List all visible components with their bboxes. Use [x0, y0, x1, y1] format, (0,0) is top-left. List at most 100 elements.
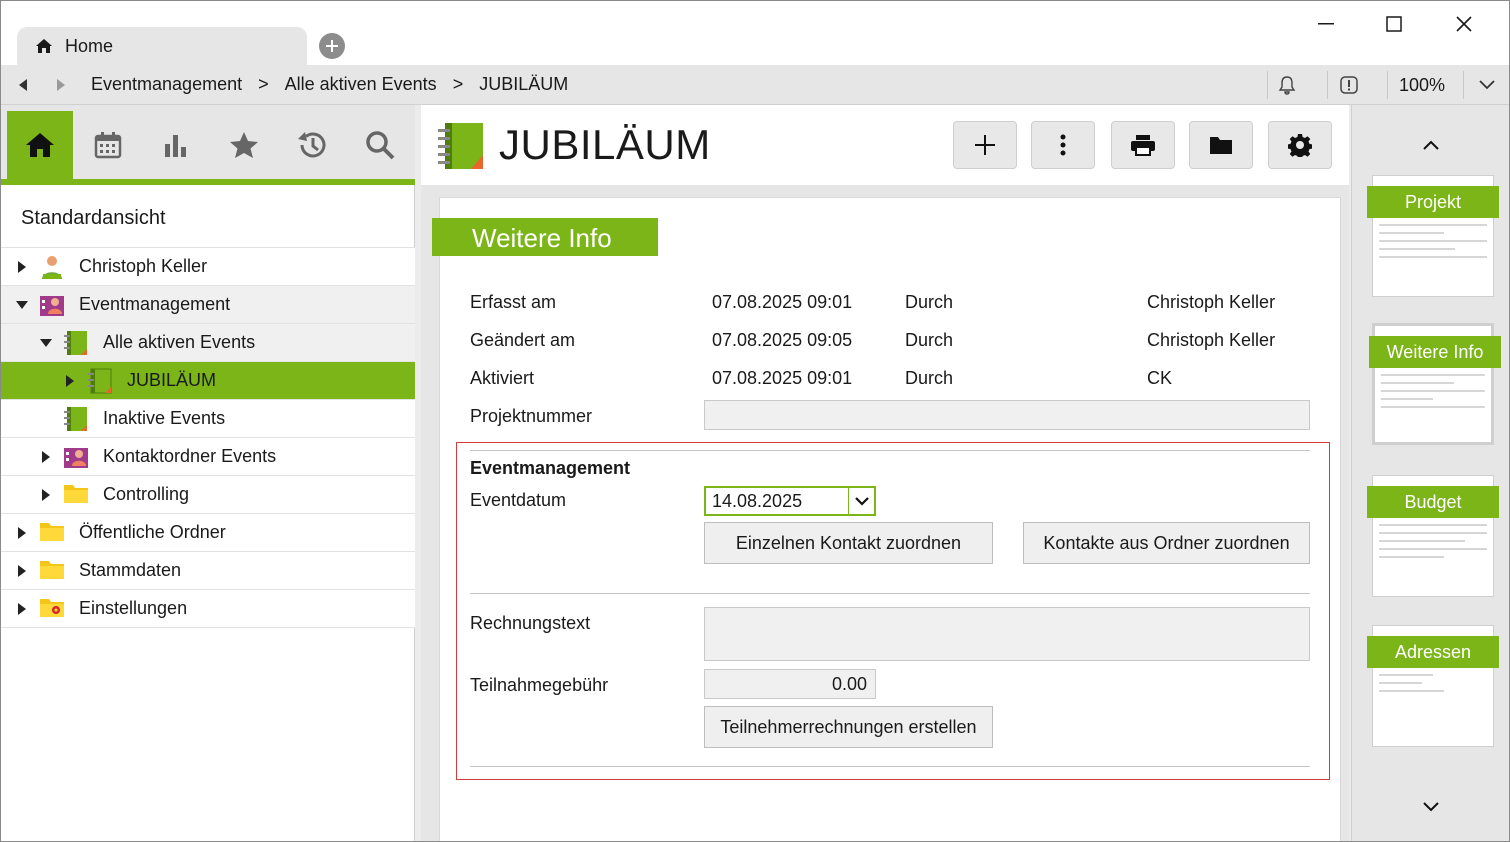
- zoom-level[interactable]: 100%: [1399, 75, 1445, 96]
- tree-item-kontaktordner-events[interactable]: Kontaktordner Events: [1, 438, 415, 476]
- tree-item-stammdaten[interactable]: Stammdaten: [1, 552, 415, 590]
- projektnummer-field[interactable]: [704, 400, 1310, 430]
- chevron-down-icon[interactable]: [848, 488, 874, 514]
- print-button[interactable]: [1111, 121, 1175, 169]
- projektnummer-label: Projektnummer: [470, 406, 593, 426]
- gear-icon: [1288, 134, 1312, 157]
- eventdatum-select[interactable]: 14.08.2025: [704, 486, 876, 516]
- thumbnail-preview: [1379, 224, 1487, 264]
- tree-item-label: Eventmanagement: [79, 294, 231, 314]
- collapse-arrow-icon[interactable]: [15, 298, 29, 312]
- erfasst-label: Erfasst am: [470, 292, 557, 312]
- sidebar-tab-favorites[interactable]: [211, 111, 277, 179]
- collapse-arrow-icon[interactable]: [39, 336, 53, 350]
- zoom-dropdown-button[interactable]: [1473, 73, 1501, 97]
- tree-item-label: JUBILÄUM: [127, 370, 217, 390]
- sidebar: Standardansicht Christoph Keller Eventma…: [1, 105, 415, 841]
- divider: [1327, 71, 1328, 99]
- erfasst-by: Christoph Keller: [1147, 292, 1276, 312]
- chevron-up-icon: [1423, 140, 1439, 150]
- thumbnail-label: Projekt: [1367, 186, 1499, 218]
- navigation-tree: Christoph Keller Eventmanagement Alle ak…: [1, 247, 415, 628]
- folder-button[interactable]: [1189, 121, 1253, 169]
- back-button[interactable]: [11, 73, 35, 97]
- forward-arrow-icon: [57, 79, 65, 91]
- forward-button[interactable]: [49, 73, 73, 97]
- tree-item-controlling[interactable]: Controlling: [1, 476, 415, 514]
- expand-arrow-icon[interactable]: [15, 260, 29, 274]
- geaendert-by: Christoph Keller: [1147, 330, 1276, 350]
- tree-item-christoph-keller[interactable]: Christoph Keller: [1, 248, 415, 286]
- tree-item-label: Einstellungen: [79, 598, 188, 618]
- document-header: JUBILÄUM: [421, 105, 1349, 185]
- maximize-icon: [1386, 16, 1402, 32]
- aktiviert-by: CK: [1147, 368, 1173, 388]
- address-bar: Eventmanagement > Alle aktiven Events > …: [1, 65, 1509, 105]
- close-button[interactable]: [1439, 9, 1489, 39]
- expand-arrow-icon[interactable]: [63, 374, 77, 388]
- expand-arrow-icon[interactable]: [15, 526, 29, 540]
- calendar-icon: [94, 132, 122, 159]
- home-icon: [36, 39, 52, 53]
- thumbnail-projekt[interactable]: Projekt: [1367, 175, 1499, 297]
- sidebar-tab-calendar[interactable]: [75, 111, 141, 179]
- thumbnail-budget[interactable]: Budget: [1367, 475, 1499, 597]
- history-icon: [298, 132, 326, 158]
- divider: [470, 450, 1310, 451]
- thumbnail-adressen[interactable]: Adressen: [1367, 625, 1499, 747]
- settings-button[interactable]: [1268, 121, 1332, 169]
- scroll-down-button[interactable]: [1418, 797, 1444, 817]
- tree-item-alle-aktiven-events[interactable]: Alle aktiven Events: [1, 324, 415, 362]
- sidebar-tab-home[interactable]: [7, 111, 73, 179]
- rechnungstext-field[interactable]: [704, 607, 1310, 661]
- teilnahmegebuehr-field[interactable]: 0.00: [704, 669, 876, 699]
- tree-item-jubilaeum[interactable]: JUBILÄUM: [1, 362, 415, 400]
- settings-folder-icon: [39, 596, 65, 622]
- geaendert-date: 07.08.2025 09:05: [712, 330, 853, 350]
- kontakte-aus-ordner-button[interactable]: Kontakte aus Ordner zuordnen: [1023, 522, 1310, 564]
- tab-home[interactable]: Home: [17, 27, 307, 65]
- thumbnail-label: Weitere Info: [1369, 336, 1501, 368]
- einzelnen-kontakt-button[interactable]: Einzelnen Kontakt zuordnen: [704, 522, 993, 564]
- tree-item-label: Kontaktordner Events: [103, 446, 277, 466]
- page-title: JUBILÄUM: [499, 121, 711, 168]
- minimize-icon: [1318, 23, 1334, 25]
- notifications-button[interactable]: [1273, 73, 1301, 97]
- tree-item-oeffentliche-ordner[interactable]: Öffentliche Ordner: [1, 514, 415, 552]
- sidebar-tab-search[interactable]: [347, 111, 413, 179]
- expand-arrow-icon[interactable]: [15, 564, 29, 578]
- thumbnail-preview: [1381, 374, 1485, 414]
- bell-icon: [1278, 76, 1296, 95]
- tree-item-eventmanagement[interactable]: Eventmanagement: [1, 286, 415, 324]
- teilnehmerrechnungen-button[interactable]: Teilnehmerrechnungen erstellen: [704, 706, 993, 748]
- add-button[interactable]: [953, 121, 1017, 169]
- app-window: Home Eventmanagement > Alle aktiven Even…: [0, 0, 1510, 842]
- scroll-up-button[interactable]: [1418, 135, 1444, 155]
- expand-arrow-icon[interactable]: [39, 450, 53, 464]
- maximize-button[interactable]: [1369, 9, 1419, 39]
- minimize-button[interactable]: [1301, 9, 1351, 39]
- sidebar-tab-statistics[interactable]: [143, 111, 209, 179]
- event-notebook-icon: [63, 406, 89, 432]
- eventdatum-value: 14.08.2025: [712, 490, 803, 511]
- sidebar-tab-history[interactable]: [279, 111, 345, 179]
- tree-item-inaktive-events[interactable]: Inaktive Events: [1, 400, 415, 438]
- expand-arrow-icon[interactable]: [39, 488, 53, 502]
- breadcrumb-eventmanagement[interactable]: Eventmanagement: [91, 74, 242, 95]
- add-tab-button[interactable]: [319, 33, 345, 59]
- expand-arrow-icon[interactable]: [15, 602, 29, 616]
- thumbnail-weitere-info[interactable]: Weitere Info: [1369, 323, 1501, 445]
- divider: [1267, 71, 1268, 99]
- tree-item-label: Öffentliche Ordner: [79, 522, 226, 542]
- chevron-down-icon: [1423, 802, 1439, 812]
- main-content: JUBILÄUM Weitere Info Erfasst am 07.08.2…: [421, 105, 1349, 841]
- form-page: Weitere Info Erfasst am 07.08.2025 09:01…: [432, 197, 1341, 841]
- alert-button[interactable]: [1335, 73, 1363, 97]
- tree-item-einstellungen[interactable]: Einstellungen: [1, 590, 415, 628]
- breadcrumb-separator: >: [452, 74, 464, 94]
- more-options-button[interactable]: [1031, 121, 1095, 169]
- breadcrumb-jubilaeum[interactable]: JUBILÄUM: [479, 74, 568, 95]
- breadcrumb-alle-aktiven-events[interactable]: Alle aktiven Events: [285, 74, 437, 95]
- view-title: Standardansicht: [21, 207, 166, 229]
- event-notebook-icon: [87, 368, 113, 394]
